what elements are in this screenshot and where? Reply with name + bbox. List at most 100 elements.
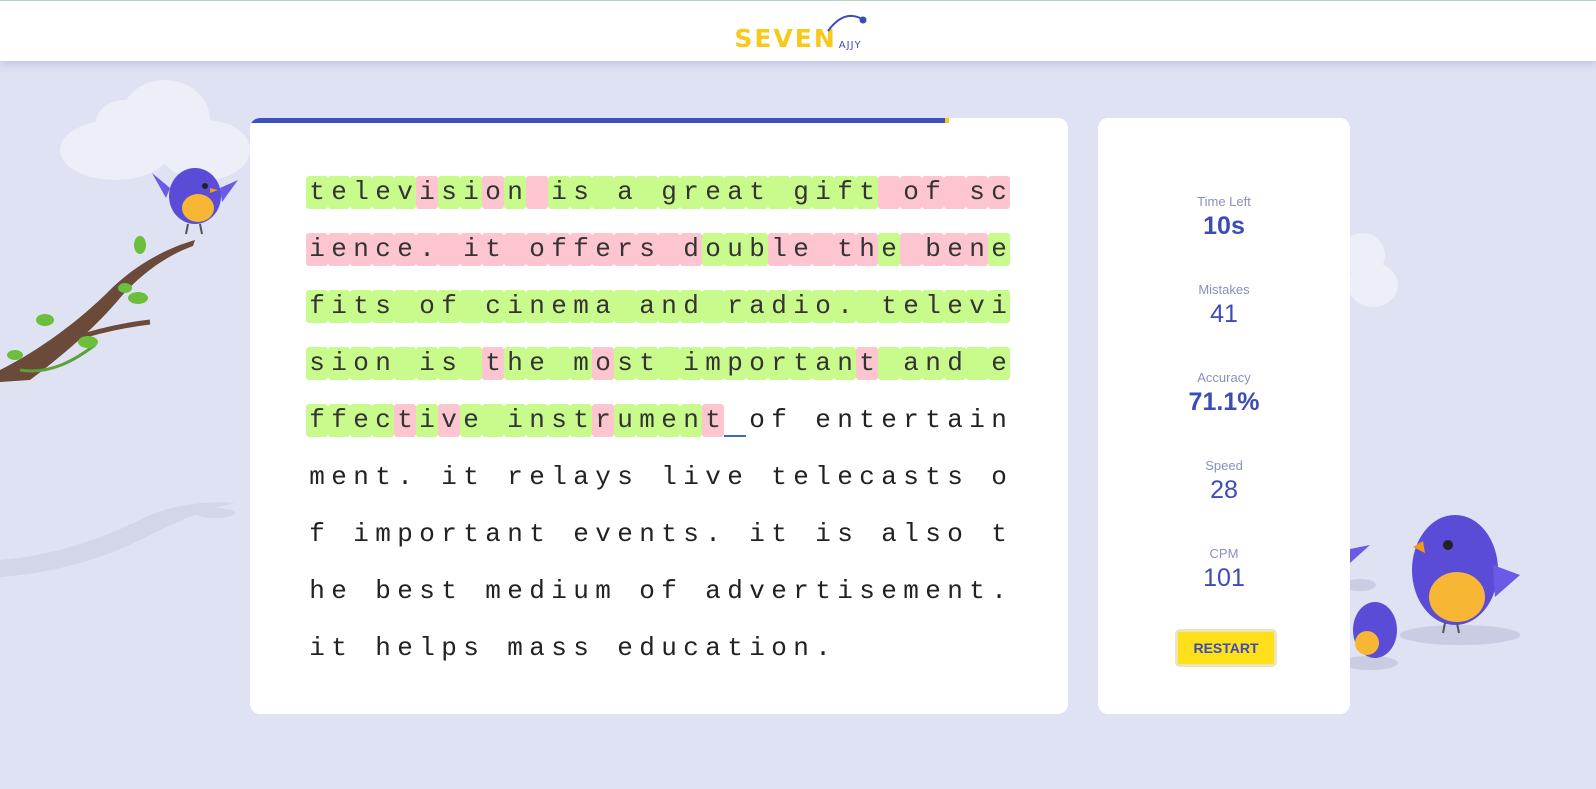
text-char: r [441,519,457,549]
text-char: b [746,233,768,266]
text-char: i [309,633,325,663]
text-line: it helps mass education. [306,632,1010,689]
text-char: c [372,233,394,266]
text-char: e [507,576,523,606]
text-char: o [702,233,724,266]
text-char [746,461,768,494]
text-char: e [328,176,350,209]
text-char: e [548,290,570,323]
text-char: a [900,347,922,380]
text-char: e [331,462,347,492]
restart-button[interactable]: RESTART [1175,629,1277,667]
text-char: a [636,290,658,323]
text-char [966,461,988,494]
text-char [658,347,680,380]
text-char: c [482,290,504,323]
text-char: e [617,633,633,663]
text-char: r [903,405,919,435]
text-char: t [394,404,416,437]
text-char: g [790,176,812,209]
text-char [856,290,878,323]
text-char [966,347,988,380]
accuracy-stat: Accuracy 71.1% [1098,370,1350,417]
text-char [482,632,504,665]
text-char: s [837,519,853,549]
text-char: a [812,347,834,380]
text-char [856,518,878,551]
text-char: t [463,462,479,492]
text-line: ience. it offers double the bene [306,233,1010,290]
text-char: o [947,519,963,549]
mistakes-value: 41 [1210,300,1238,328]
text-char: f [309,519,325,549]
text-char [966,518,988,551]
text-char: t [661,519,677,549]
cpm-value: 101 [1203,564,1245,592]
text-char: b [922,233,944,266]
text-char: o [771,633,787,663]
text-char [460,290,482,323]
text-char: h [504,347,526,380]
text-char: v [595,519,611,549]
text-line: television is a great gift of sc [306,176,1010,233]
text-char: r [592,404,614,437]
text-char [878,347,900,380]
text-char: i [460,233,482,266]
text-char: a [746,290,768,323]
text-char: t [306,176,328,209]
stats-panel: Time Left 10s Mistakes 41 Accuracy 71.1%… [1098,118,1350,714]
brand-logo[interactable]: SEVEN AJJY [734,11,867,51]
text-char: n [947,576,963,606]
text-char: e [702,176,724,209]
text-char: v [394,176,416,209]
text-line: he best medium of advertisement. [306,575,1010,632]
text-char: e [793,462,809,492]
text-char [416,461,438,494]
text-char: t [856,347,878,380]
text-char: n [966,233,988,266]
text-char: i [328,347,350,380]
text-char: a [485,519,501,549]
text-char: i [548,176,570,209]
text-char: d [639,633,655,663]
text-line: ffective instrument of entertain [306,404,1010,461]
text-char: t [529,519,545,549]
text-char: i [812,176,834,209]
accuracy-value: 71.1% [1188,388,1260,416]
text-char: e [881,405,897,435]
progress-marker [945,118,949,123]
text-char: e [397,576,413,606]
time-left-value: 10s [1203,212,1245,240]
text-char: l [922,290,944,323]
text-char: i [353,519,369,549]
text-char: i [969,405,985,435]
text-char: n [507,519,523,549]
text-char [460,575,482,608]
text-char: o [812,290,834,323]
text-char: e [592,233,614,266]
text-char: r [614,233,636,266]
text-char: r [724,290,746,323]
text-char: s [614,347,636,380]
text-char: s [859,576,875,606]
text-char: s [966,176,988,209]
text-char: h [375,633,391,663]
text-char: e [526,347,548,380]
text-char: a [881,519,897,549]
text-char: f [661,576,677,606]
text-char: n [837,405,853,435]
text-char [504,233,526,266]
typing-text-area[interactable]: television is a great gift of science. i… [306,176,1010,689]
text-char: e [900,290,922,323]
text-char: f [306,290,328,323]
text-char: i [416,347,438,380]
text-char: e [727,462,743,492]
text-char: l [419,633,435,663]
text-char: i [416,404,438,437]
text-char: n [834,347,856,380]
time-left-stat: Time Left 10s [1098,194,1350,241]
text-char: o [592,347,614,380]
text-char [658,233,680,266]
text-char: o [900,176,922,209]
text-char: i [328,290,350,323]
